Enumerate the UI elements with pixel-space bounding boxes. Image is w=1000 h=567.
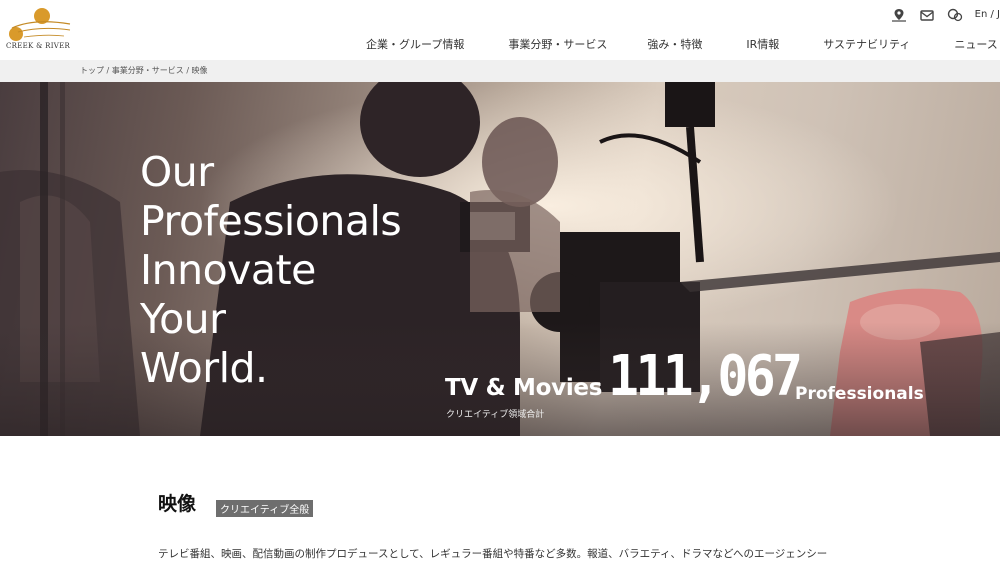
nav-item-ir[interactable]: IR情報 <box>746 36 779 52</box>
stat-category: TV & Movies <box>445 375 603 401</box>
hero-headline: Our Professionals Innovate Your World. <box>140 148 460 393</box>
site-header: CREEK & RIVER En / J 企業・グループ情報 事業分野・サービス… <box>0 0 1000 60</box>
hero-headline-line: Our <box>140 148 214 196</box>
stat-unit: Professionals <box>795 384 924 404</box>
hero-headline-line: Your <box>140 295 226 343</box>
breadcrumb: トップ / 事業分野・サービス / 映像 <box>0 60 1000 82</box>
utility-links: En / J <box>891 6 1000 22</box>
nav-item-strengths[interactable]: 強み・特徴 <box>647 36 702 52</box>
section-body: テレビ番組、映画、配信動画の制作プロデュースとして、レギュラー番組や特番など多数… <box>158 548 828 560</box>
chat-icon[interactable] <box>947 7 963 22</box>
hero-headline-line: Professionals <box>140 197 402 245</box>
nav-item-company[interactable]: 企業・グループ情報 <box>366 36 464 52</box>
hero-headline-line: World. <box>140 344 268 392</box>
hero-headline-line: Innovate <box>140 246 316 294</box>
language-switch[interactable]: En / J <box>975 9 1000 20</box>
category-badge: クリエイティブ全般 <box>216 500 314 517</box>
logo-mark-icon <box>9 8 71 41</box>
stat-count: 111,067 <box>608 344 803 409</box>
nav-item-news[interactable]: ニュースリリース <box>954 36 1000 52</box>
map-pin-icon[interactable] <box>891 7 907 22</box>
hero-banner: Our Professionals Innovate Your World. T… <box>0 82 1000 436</box>
global-nav: 企業・グループ情報 事業分野・サービス 強み・特徴 IR情報 サステナビリティ … <box>366 36 1000 52</box>
nav-item-services[interactable]: 事業分野・サービス <box>508 36 607 52</box>
stat-sub-label: クリエイティブ領域合計 <box>446 410 545 420</box>
breadcrumb-text[interactable]: トップ / 事業分野・サービス / 映像 <box>80 65 208 76</box>
mail-icon[interactable] <box>919 7 935 21</box>
nav-item-sustainability[interactable]: サステナビリティ <box>823 36 910 52</box>
logo-text: CREEK & RIVER <box>6 42 71 50</box>
section-title: 映像 <box>158 493 197 515</box>
